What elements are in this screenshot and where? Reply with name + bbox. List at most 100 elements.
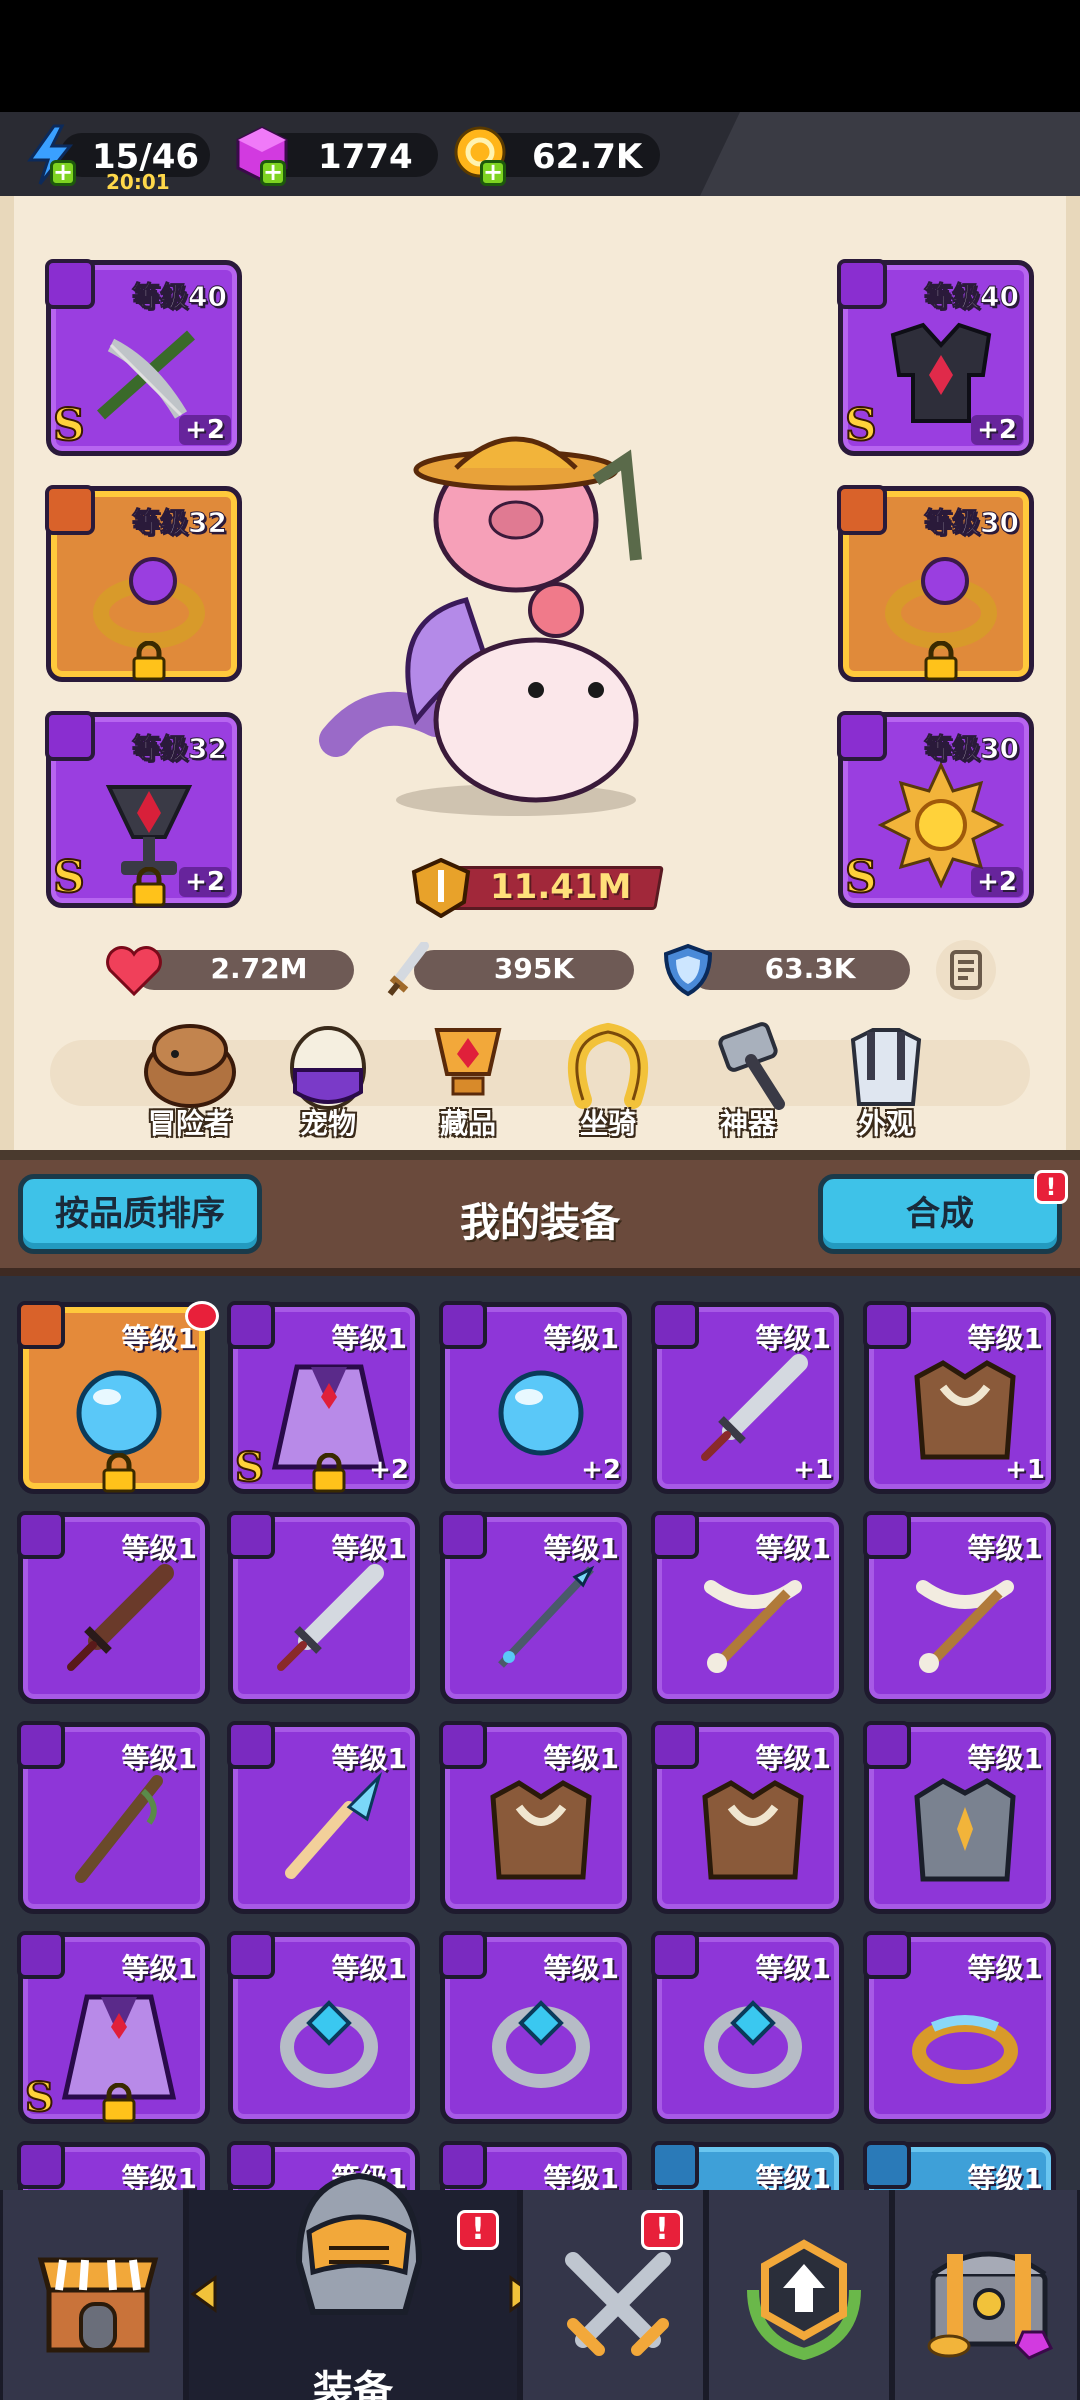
menu-pet[interactable]: 宠物 bbox=[268, 1020, 388, 1140]
energy-plus-button[interactable]: + bbox=[50, 160, 76, 186]
capybara-icon bbox=[144, 1024, 236, 1108]
nav-tab-shop[interactable] bbox=[0, 2190, 186, 2400]
inventory-item[interactable]: 等级1 bbox=[863, 2141, 1056, 2190]
lock-icon bbox=[132, 867, 166, 907]
inventory-item[interactable]: 等级1 bbox=[227, 1721, 420, 1914]
inventory-item[interactable]: 等级1 +1 bbox=[651, 1301, 844, 1494]
equipment-helmet-icon bbox=[295, 2172, 423, 2315]
nav-tab-equipment[interactable]: 装备 ! bbox=[186, 2172, 536, 2400]
item-plus: +2 bbox=[581, 1455, 621, 1485]
trophy-icon bbox=[434, 1028, 502, 1096]
item-type-icon bbox=[439, 1721, 487, 1769]
power-shield-icon bbox=[411, 858, 471, 918]
nav-tab-battle[interactable]: ! bbox=[520, 2190, 706, 2400]
item-type-icon bbox=[439, 1511, 487, 1559]
item-type-icon bbox=[227, 1931, 275, 1979]
inventory-item[interactable]: 等级1 bbox=[439, 1511, 632, 1704]
item-grade: S bbox=[234, 1443, 265, 1492]
equip-slot-armor[interactable]: 等级40 +2 S bbox=[837, 259, 1034, 456]
inventory-item[interactable]: 等级1 bbox=[17, 1301, 219, 1494]
inventory-item[interactable]: 等级1 bbox=[651, 1931, 844, 2124]
inventory-item[interactable]: 等级1 bbox=[439, 2141, 632, 2190]
shield-icon bbox=[663, 943, 713, 997]
lock-icon bbox=[312, 1453, 346, 1493]
armor-icon bbox=[702, 1780, 804, 1880]
nav-tab-upgrade[interactable] bbox=[706, 2190, 892, 2400]
inventory-item[interactable]: 等级1 bbox=[227, 1511, 420, 1704]
energy-timer: 20:01 bbox=[106, 170, 170, 194]
stat-defense-value: 63.3K bbox=[764, 952, 856, 985]
new-item-badge bbox=[185, 1301, 219, 1331]
inventory-title: 我的装备 bbox=[460, 1200, 620, 1246]
slot-plus: +2 bbox=[971, 415, 1023, 445]
menu-artifact[interactable]: 神器 bbox=[688, 1020, 808, 1140]
item-plus: +1 bbox=[793, 1455, 833, 1485]
menu-adventurer[interactable]: 冒险者 bbox=[130, 1020, 250, 1140]
item-type-icon bbox=[439, 2141, 487, 2189]
wand-icon bbox=[285, 1771, 383, 1879]
item-level: 等级1 bbox=[543, 2162, 619, 2190]
item-level: 等级1 bbox=[967, 1742, 1043, 1775]
inventory-item[interactable]: 等级1 bbox=[863, 1721, 1056, 1914]
nav-tab-treasure[interactable] bbox=[892, 2190, 1080, 2400]
inventory-item[interactable]: 等级1 bbox=[17, 2141, 210, 2190]
horseshoe-icon bbox=[567, 1022, 649, 1109]
item-type-icon bbox=[17, 1511, 65, 1559]
stats-detail-icon[interactable] bbox=[934, 938, 998, 1002]
equip-slot-necklace[interactable]: 等级30 +2 S bbox=[837, 711, 1034, 908]
armor-icon bbox=[914, 1360, 1016, 1460]
equip-slot-ring[interactable]: 等级30 bbox=[837, 485, 1034, 682]
armor-type-icon bbox=[837, 259, 887, 309]
inventory-item[interactable]: 等级1 +2 S bbox=[227, 1301, 420, 1494]
gem-value: 1774 bbox=[318, 137, 413, 177]
item-type-icon bbox=[863, 1721, 911, 1769]
menu-collection[interactable]: 藏品 bbox=[408, 1020, 528, 1140]
battle-alert-badge: ! bbox=[641, 2210, 683, 2250]
inventory-item[interactable]: 等级1 bbox=[863, 1931, 1056, 2124]
gold-plus-button[interactable]: + bbox=[480, 160, 506, 186]
inventory-item[interactable]: 等级1 +2 bbox=[439, 1301, 632, 1494]
item-level: 等级1 bbox=[331, 1322, 407, 1355]
inventory-item[interactable]: 等级1 bbox=[17, 1511, 210, 1704]
slot-plus: +2 bbox=[971, 867, 1023, 897]
ring-gem-icon bbox=[704, 2000, 802, 2088]
status-bar bbox=[0, 0, 1080, 112]
weapon-type-icon bbox=[45, 259, 95, 309]
item-type-icon bbox=[651, 2141, 699, 2189]
inventory-item[interactable]: 等级1 bbox=[17, 1721, 210, 1914]
equip-slot-weapon[interactable]: 等级40 +2 S bbox=[45, 259, 242, 456]
item-type-icon bbox=[651, 1301, 699, 1349]
menu-mount[interactable]: 坐骑 bbox=[548, 1020, 668, 1140]
staff-icon bbox=[75, 1775, 163, 1883]
inventory-item[interactable]: 等级1 bbox=[651, 1511, 844, 1704]
sword-icon bbox=[277, 1564, 384, 1671]
menu-label: 藏品 bbox=[439, 1107, 496, 1140]
merge-button[interactable]: 合成 bbox=[818, 1174, 1062, 1254]
inventory-item[interactable]: 等级1 +1 bbox=[863, 1301, 1056, 1494]
hero-character[interactable] bbox=[316, 420, 676, 820]
upgrade-icon bbox=[747, 2239, 861, 2360]
sword-dark-icon bbox=[67, 1564, 174, 1671]
stat-hp: 2.72M bbox=[104, 946, 354, 997]
item-type-icon bbox=[863, 1301, 911, 1349]
inventory-item[interactable]: 等级1 bbox=[863, 1511, 1056, 1704]
inventory-item[interactable]: 等级1 S bbox=[17, 1931, 210, 2124]
menu-label: 宠物 bbox=[299, 1107, 356, 1140]
lock-icon bbox=[924, 641, 958, 681]
ring-gem-icon bbox=[492, 2000, 590, 2088]
inventory-item[interactable]: 等级1 bbox=[227, 1931, 420, 2124]
menu-appearance[interactable]: 外观 bbox=[826, 1020, 946, 1140]
inventory-item[interactable]: 等级1 bbox=[439, 1931, 632, 2124]
slot-level: 等级40 bbox=[924, 280, 1020, 314]
inventory-item[interactable]: 等级1 bbox=[439, 1721, 632, 1914]
inventory-item[interactable]: 等级1 bbox=[651, 1721, 844, 1914]
gem-plus-button[interactable]: + bbox=[260, 160, 286, 186]
equip-slot-necklace[interactable]: 等级32 +2 S bbox=[45, 711, 242, 908]
sword-icon bbox=[701, 1354, 808, 1461]
chevron-left-icon[interactable] bbox=[189, 2274, 219, 2314]
menu-label: 坐骑 bbox=[579, 1107, 636, 1140]
item-type-icon bbox=[651, 1721, 699, 1769]
inventory-item[interactable]: 等级1 bbox=[651, 2141, 844, 2190]
equip-slot-ring[interactable]: 等级32 bbox=[45, 485, 242, 682]
sort-by-quality-button[interactable]: 按品质排序 bbox=[18, 1174, 262, 1254]
